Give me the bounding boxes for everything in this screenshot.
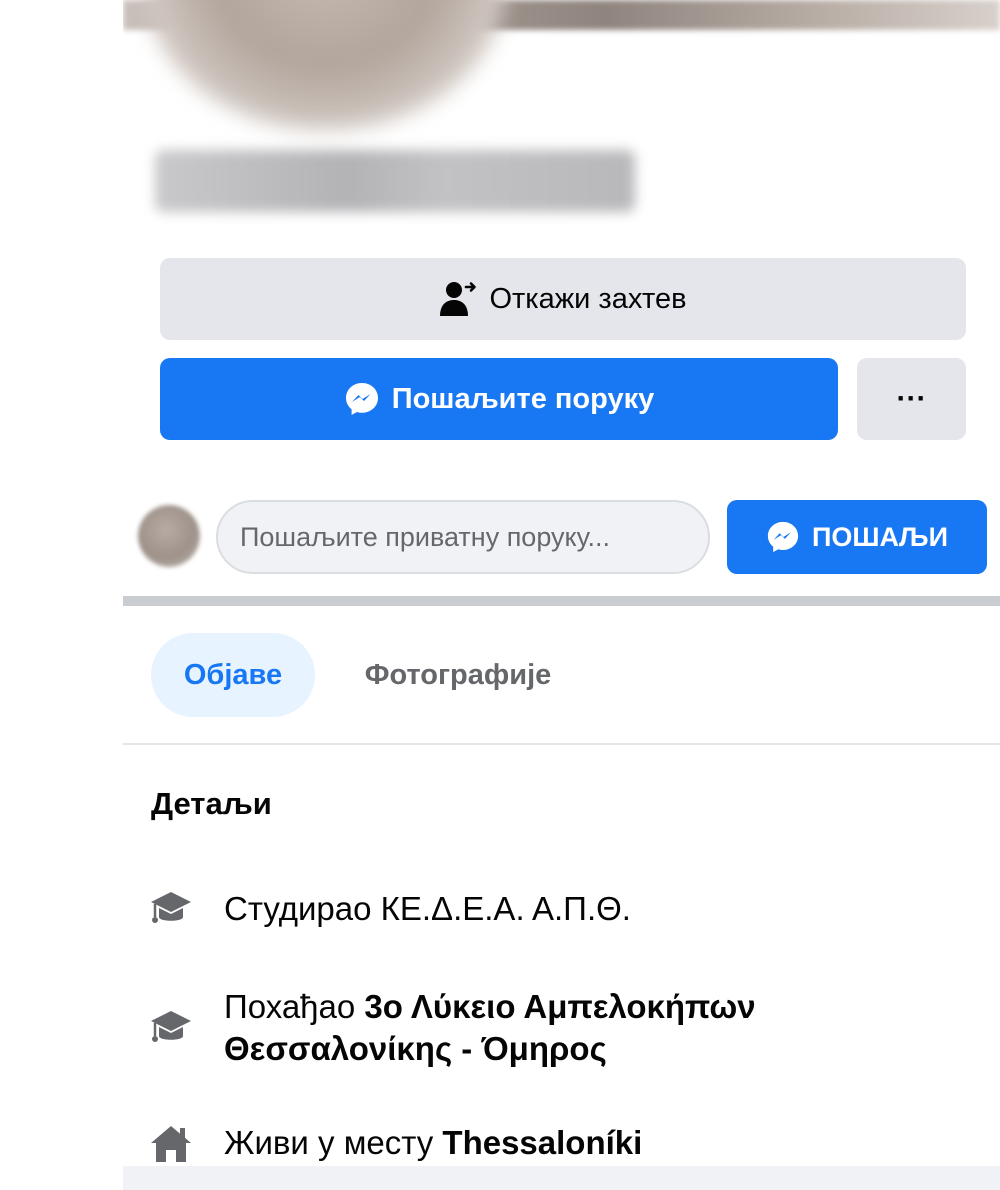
- cancel-request-label: Откажи захтев: [489, 282, 687, 315]
- send-label: ПОШАЉИ: [812, 521, 948, 552]
- more-options-button[interactable]: ···: [857, 358, 966, 440]
- detail-school-prefix: Похађао: [224, 988, 365, 1025]
- detail-location-text: Живи у месту Thessaloníki: [224, 1122, 642, 1164]
- send-button[interactable]: ПОШАЉИ: [727, 500, 987, 574]
- cancel-request-button[interactable]: Откажи захтев: [160, 258, 966, 340]
- person-cancel-icon: [439, 281, 477, 317]
- more-dots-icon: ···: [896, 382, 927, 415]
- messenger-icon: [766, 520, 800, 554]
- detail-school-text: Похађао 3ο Λύκειο Αμπελοκήπων Θεσσαλονίκ…: [224, 986, 864, 1070]
- send-message-button[interactable]: Пошаљите поруку: [160, 358, 838, 440]
- tabs-divider: [123, 743, 1000, 745]
- tab-photos[interactable]: Фотографије: [343, 633, 573, 717]
- avatar: [138, 505, 200, 567]
- graduation-cap-icon: [148, 1005, 194, 1051]
- detail-school: Похађао 3ο Λύκειο Αμπελοκήπων Θεσσαλονίκ…: [148, 986, 864, 1070]
- bottom-edge: [123, 1166, 1000, 1190]
- detail-location: Живи у месту Thessaloníki: [148, 1120, 642, 1166]
- tab-posts[interactable]: Објаве: [151, 633, 315, 717]
- detail-education: Студирао КЕ.Δ.Ε.Α. Α.Π.Θ.: [148, 886, 631, 932]
- detail-location-prefix: Живи у месту: [224, 1123, 443, 1161]
- messenger-icon: [344, 381, 380, 417]
- home-icon: [148, 1120, 194, 1166]
- graduation-cap-icon: [148, 886, 194, 932]
- private-message-input[interactable]: [216, 500, 710, 574]
- send-message-label: Пошаљите поруку: [391, 382, 655, 415]
- detail-location-city[interactable]: Thessaloníki: [442, 1124, 642, 1161]
- profile-screen: Откажи захтев Пошаљите поруку ··· ПОШАЉИ…: [123, 0, 1000, 1190]
- profile-name-blurred: [155, 150, 635, 212]
- detail-education-text: Студирао КЕ.Δ.Ε.Α. Α.Π.Θ.: [224, 889, 631, 927]
- profile-picture[interactable]: [145, 0, 505, 130]
- section-separator: [123, 596, 1000, 606]
- details-heading: Детаљи: [151, 786, 272, 821]
